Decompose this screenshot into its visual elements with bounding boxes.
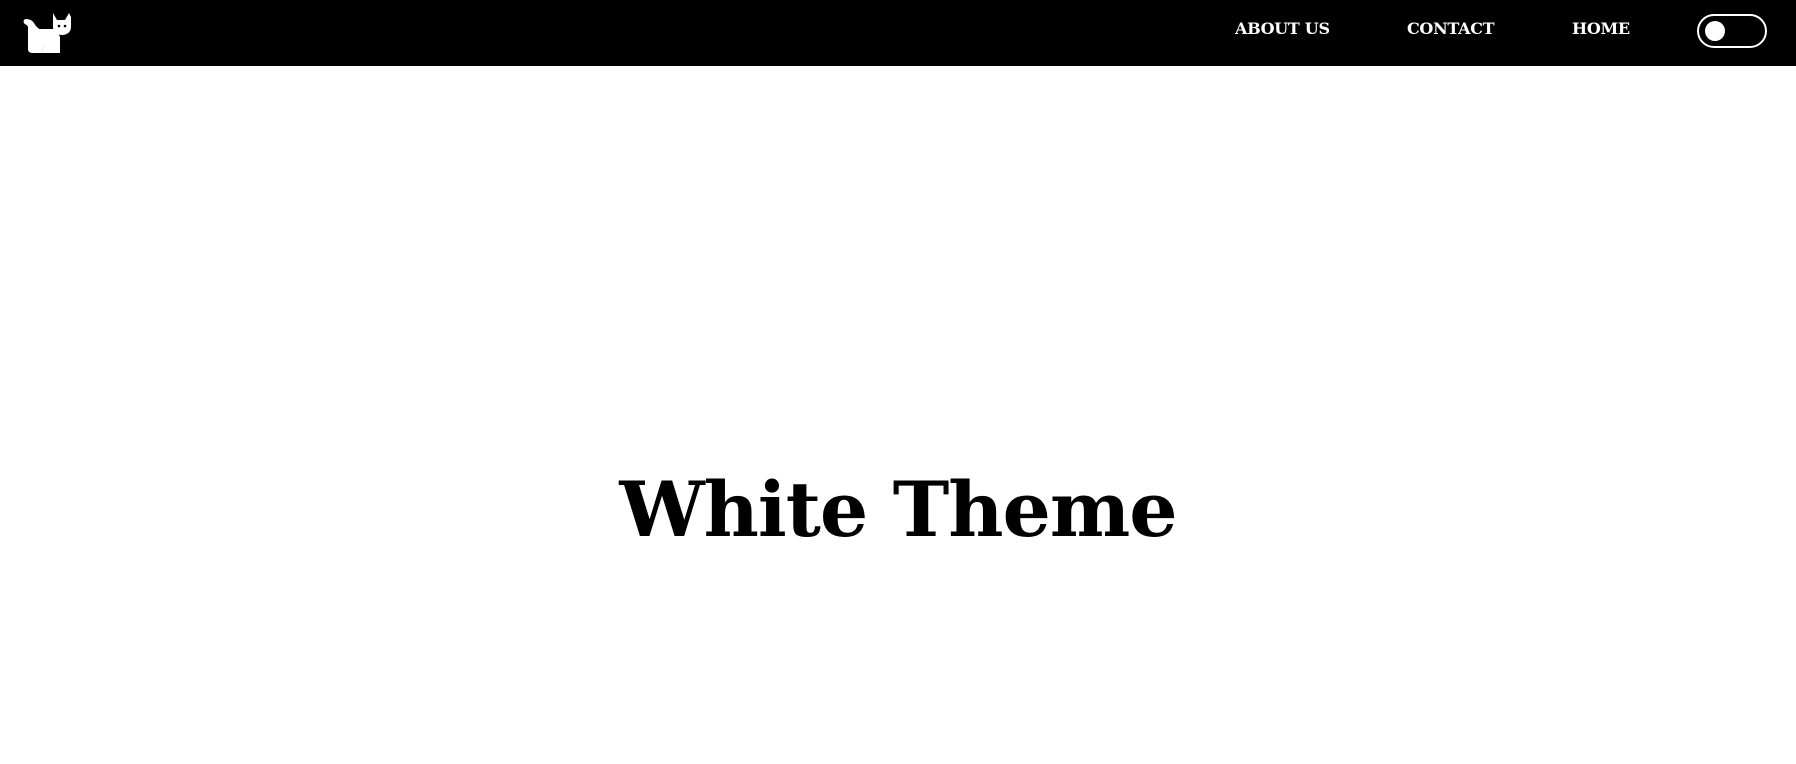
theme-toggle-switch[interactable] xyxy=(1697,14,1767,48)
nav-link-about-us[interactable]: ABOUT US xyxy=(1235,19,1330,39)
page-title: White Theme xyxy=(619,465,1177,554)
nav-link-home[interactable]: HOME xyxy=(1572,19,1630,39)
nav-link-contact[interactable]: CONTACT xyxy=(1407,19,1495,39)
navbar: ABOUT US CONTACT HOME xyxy=(0,0,1796,66)
main-nav: ABOUT US CONTACT HOME xyxy=(0,0,1796,66)
toggle-knob xyxy=(1705,21,1725,41)
